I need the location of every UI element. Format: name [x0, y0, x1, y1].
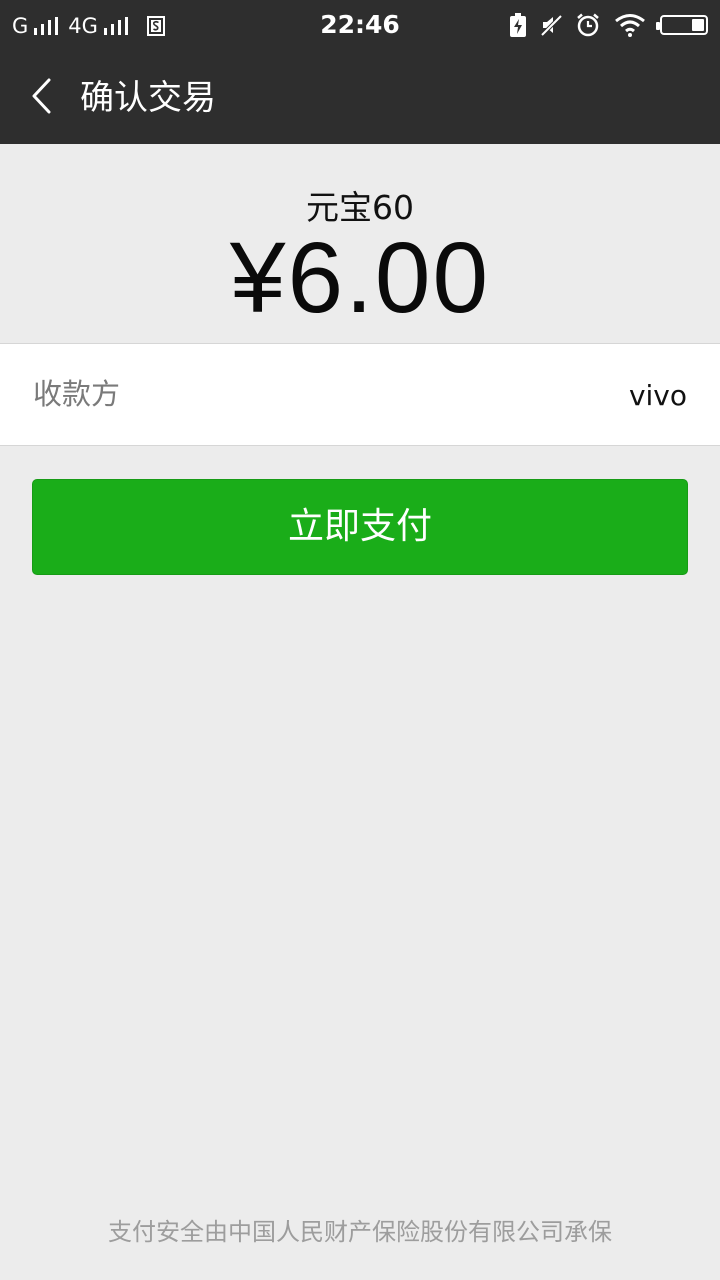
chevron-left-icon — [30, 78, 54, 118]
battery-icon — [656, 15, 708, 35]
payee-label: 收款方 — [33, 377, 121, 411]
payment-amount: ¥6.00 — [229, 222, 491, 334]
battery-charging-icon — [510, 13, 526, 37]
status-right — [510, 10, 708, 40]
mute-icon — [540, 14, 562, 36]
payee-row: 收款方 vivo — [0, 343, 720, 446]
amount-section: 元宝60 ¥6.00 — [0, 144, 720, 343]
pay-now-button[interactable]: 立即支付 — [32, 479, 688, 575]
insurance-note: 支付安全由中国人民财产保险股份有限公司承保 — [108, 1218, 612, 1246]
wifi-icon — [614, 13, 646, 37]
payee-value: vivo — [628, 379, 687, 412]
status-bar: G 4G 22:46 — [0, 0, 720, 52]
alarm-icon — [576, 13, 600, 37]
nav-bar: 确认交易 — [0, 52, 720, 144]
back-button[interactable] — [22, 76, 62, 120]
page-title: 确认交易 — [80, 78, 216, 118]
